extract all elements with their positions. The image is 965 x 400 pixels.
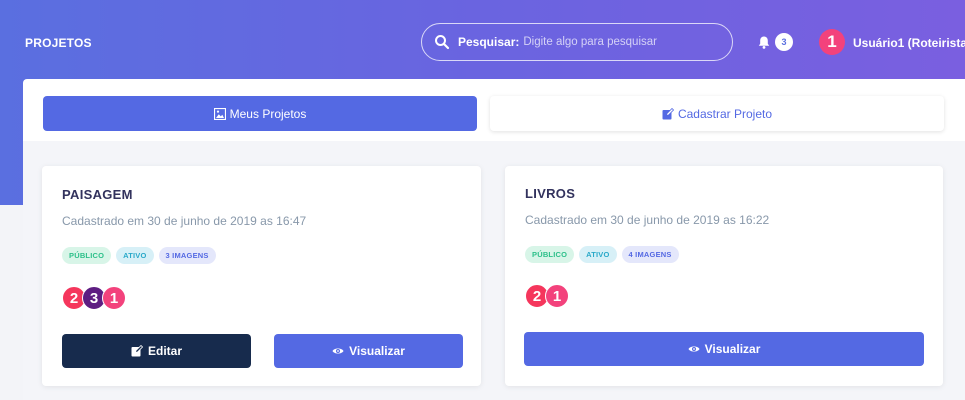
status-badge-active: ATIVO: [579, 246, 617, 263]
image-count-badge: 4 IMAGENS: [621, 246, 679, 263]
status-badge-active: ATIVO: [116, 247, 154, 264]
project-tags: PÚBLICO ATIVO 3 IMAGENS: [62, 247, 216, 264]
project-card: LIVROS Cadastrado em 30 de junho de 2019…: [505, 166, 943, 386]
view-button[interactable]: Visualizar: [524, 332, 924, 366]
user-avatar[interactable]: 1: [819, 29, 845, 55]
status-badge-public: PÚBLICO: [62, 247, 112, 264]
project-title: PAISAGEM: [62, 187, 133, 202]
search-icon: [435, 35, 450, 50]
edit-icon: [662, 107, 674, 119]
member-avatar[interactable]: 1: [545, 284, 569, 308]
eye-icon: [688, 346, 700, 352]
tab-my-projects-label: Meus Projetos: [229, 106, 307, 121]
image-icon: [213, 107, 226, 120]
tab-my-projects[interactable]: Meus Projetos: [43, 96, 477, 131]
edit-button-label: Editar: [147, 344, 182, 358]
project-date: Cadastrado em 30 de junho de 2019 as 16:…: [62, 214, 307, 228]
project-title: LIVROS: [525, 186, 576, 201]
member-avatars: 2 3 1: [62, 286, 126, 310]
search-input[interactable]: Digite algo para pesquisar: [523, 36, 657, 48]
project-card: PAISAGEM Cadastrado em 30 de junho de 20…: [42, 166, 481, 386]
eye-icon: [332, 348, 344, 354]
brand-title[interactable]: PROJETOS: [25, 36, 92, 50]
view-button[interactable]: Visualizar: [274, 334, 463, 368]
bell-icon[interactable]: [758, 36, 770, 49]
view-button-label: Visualizar: [704, 342, 761, 356]
project-date: Cadastrado em 30 de junho de 2019 as 16:…: [525, 213, 770, 227]
project-tags: PÚBLICO ATIVO 4 IMAGENS: [525, 246, 679, 263]
edit-button[interactable]: Editar: [62, 334, 251, 368]
search-label: Pesquisar:: [458, 35, 520, 49]
status-badge-public: PÚBLICO: [525, 246, 575, 263]
top-navbar: PROJETOS Pesquisar: Digite algo para pes…: [0, 0, 965, 78]
user-name[interactable]: Usuário1 (Roteirista): [853, 36, 965, 50]
notification-count-badge[interactable]: 3: [775, 33, 793, 51]
tab-new-project-label: Cadastrar Projeto: [677, 106, 773, 121]
member-avatars: 2 1: [525, 284, 569, 308]
edit-icon: [131, 345, 143, 357]
view-button-label: Visualizar: [349, 344, 405, 358]
member-avatar[interactable]: 1: [102, 286, 126, 310]
tab-new-project[interactable]: Cadastrar Projeto: [490, 96, 944, 131]
image-count-badge: 3 IMAGENS: [158, 247, 216, 264]
search-field[interactable]: Pesquisar: Digite algo para pesquisar: [421, 23, 733, 61]
